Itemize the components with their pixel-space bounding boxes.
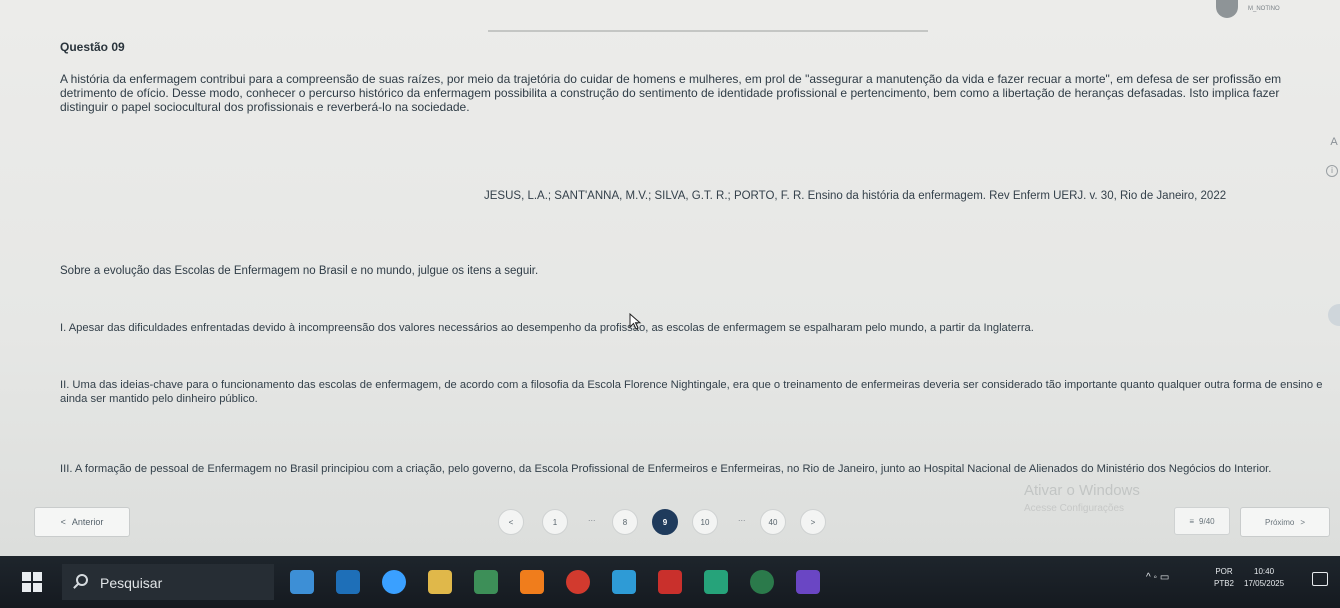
language-indicator[interactable]: POR PTB2 (1214, 566, 1234, 590)
chevron-left-icon: < (60, 517, 66, 527)
taskbar-app-icon[interactable] (382, 570, 406, 594)
question-prompt: Sobre a evolução das Escolas de Enfermag… (60, 265, 539, 277)
pager-next-button[interactable]: > (800, 509, 826, 535)
statement-item-2: II. Uma das ideias-chave para o funciona… (60, 379, 1323, 405)
search-icon (76, 574, 88, 586)
question-intro: A história da enfermagem contribui para … (60, 72, 1282, 114)
mouse-cursor-icon (629, 313, 642, 330)
page-button-8[interactable]: 8 (612, 509, 638, 535)
pager-prev-button[interactable]: < (498, 509, 524, 535)
volume-icon[interactable]: ◦ (1153, 572, 1157, 583)
next-button[interactable]: Próximo > (1240, 507, 1330, 537)
page-button-10[interactable]: 10 (692, 509, 718, 535)
info-icon[interactable]: i (1326, 165, 1338, 177)
chevron-right-icon: > (1300, 517, 1305, 527)
list-icon: ≡ (1189, 516, 1195, 526)
taskbar-app-icon[interactable] (290, 570, 314, 594)
font-size-icon[interactable]: A (1328, 136, 1340, 150)
pager-ellipsis-left: ... (588, 513, 596, 523)
taskbar-app-icon[interactable] (566, 570, 590, 594)
taskbar-app-icon[interactable] (750, 570, 774, 594)
activation-watermark: Ativar o Windows (1024, 482, 1140, 499)
system-tray-icons[interactable]: ^ ◦ ▭ (1146, 572, 1169, 583)
tray-overflow-icon[interactable]: ^ (1146, 572, 1151, 583)
previous-button-label: Anterior (71, 517, 104, 527)
page-button-40[interactable]: 40 (760, 509, 786, 535)
language-bottom: PTB2 (1214, 579, 1235, 588)
activation-watermark-sub: Acesse Configurações (1024, 503, 1125, 514)
user-name: M_NOTINO (1248, 6, 1280, 12)
top-bar (0, 0, 1340, 22)
clock[interactable]: 10:40 17/05/2025 (1244, 566, 1284, 590)
taskbar-search-placeholder: Pesquisar (100, 575, 163, 591)
question-citation: JESUS, L.A.; SANT'ANNA, M.V.; SILVA, G.T… (484, 190, 1227, 202)
windows-start-icon[interactable] (22, 572, 42, 592)
taskbar-app-icon[interactable] (612, 570, 636, 594)
statement-item-3: III. A formação de pessoal de Enfermagem… (60, 463, 1272, 475)
previous-button[interactable]: < Anterior (34, 507, 130, 537)
clock-time: 10:40 (1254, 567, 1275, 576)
taskbar-app-icon[interactable] (474, 570, 498, 594)
next-button-label: Próximo (1264, 517, 1295, 527)
windows-taskbar: Pesquisar ^ ◦ ▭ POR PTB2 10:40 17/05/202… (0, 556, 1340, 608)
page-button-9-current[interactable]: 9 (652, 509, 678, 535)
notifications-icon[interactable] (1312, 572, 1328, 586)
network-icon[interactable]: ▭ (1160, 572, 1169, 583)
clock-date: 17/05/2025 (1244, 579, 1285, 588)
page-button-1[interactable]: 1 (542, 509, 568, 535)
taskbar-search[interactable]: Pesquisar (62, 564, 274, 600)
taskbar-app-icon[interactable] (704, 570, 728, 594)
pager-ellipsis-right: ... (738, 513, 746, 523)
taskbar-app-icon[interactable] (520, 570, 544, 594)
question-title: Questão 09 (60, 40, 125, 54)
statement-item-1: I. Apesar das dificuldades enfrentadas d… (60, 322, 1034, 334)
taskbar-app-icon[interactable] (658, 570, 682, 594)
taskbar-app-icon[interactable] (428, 570, 452, 594)
question-counter[interactable]: ≡ 9/40 (1174, 507, 1230, 535)
question-counter-value: 9/40 (1199, 516, 1215, 526)
header-divider (488, 30, 928, 32)
exam-page: M_NOTINO Questão 09 A história da enferm… (0, 0, 1340, 556)
language-top: POR (1215, 567, 1233, 576)
taskbar-app-icon[interactable] (336, 570, 360, 594)
taskbar-app-icon[interactable] (796, 570, 820, 594)
